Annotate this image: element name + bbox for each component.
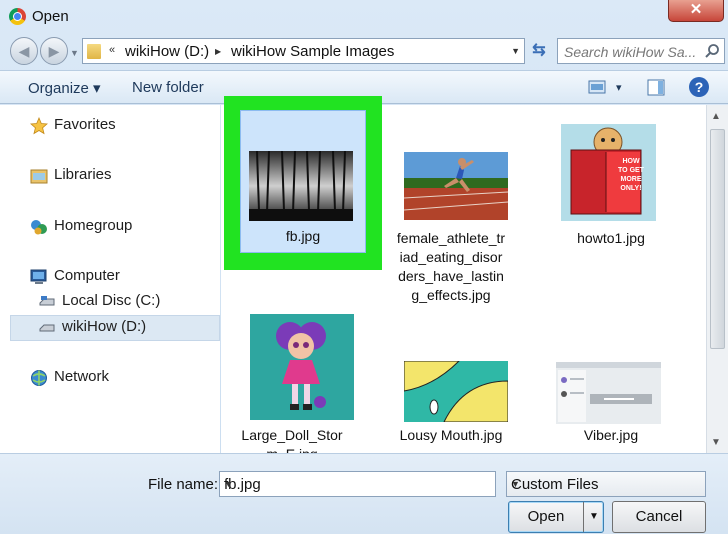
book-text-line: MORE [620,176,642,183]
file-name: Viber.jpg [583,427,639,443]
book-text-line: TO GET [618,167,644,174]
dialog-footer: File name: fb.jpg ▼ Custom Files ▼ Open … [0,453,728,534]
book-text-line: ONLY! [620,185,642,192]
close-button[interactable]: ✕ [668,0,724,22]
sidebar-label: wikiHow (D:) [62,318,147,335]
file-item[interactable]: HOW TO GET MORE ONLY! howto1.jpg [536,105,686,255]
file-name-line: g_effects.jpg [411,287,491,303]
address-bar[interactable]: « wikiHow (D:) ▶ wikiHow Sample Images ▼ [82,38,525,64]
open-split-dropdown[interactable]: ▼ [583,502,603,532]
file-name-label: File name: [148,476,219,493]
thumbnail-image [404,152,508,220]
book-cover-text: HOW TO GET MORE ONLY! [614,157,648,193]
search-placeholder: Search wikiHow Sa... [564,44,697,60]
network-icon [31,370,47,386]
scroll-up-icon[interactable]: ▲ [711,111,721,122]
views-dropdown-icon[interactable]: ▾ [616,81,622,94]
window-title: Open [32,8,69,25]
recent-locations-dropdown[interactable]: ▼ [70,48,79,58]
sidebar-label: Homegroup [54,217,133,234]
sidebar-label: Network [54,368,110,385]
file-name-line: iad_eating_disor [399,249,503,265]
vertical-scrollbar[interactable]: ▲ ▼ [706,105,728,453]
cancel-button[interactable]: Cancel [612,501,706,533]
new-folder-button[interactable]: New folder [132,79,204,96]
search-input[interactable]: Search wikiHow Sa... [557,38,725,64]
drive-icon [39,296,55,306]
thumbnail-image [556,362,661,424]
homegroup-icon [31,220,47,235]
scrollbar-thumb[interactable] [710,129,725,349]
forward-button[interactable]: ▶ [40,37,68,65]
drive-icon [39,324,55,332]
file-name-input[interactable]: fb.jpg ▼ [219,471,496,497]
sidebar-label: Local Disc (C:) [62,292,161,309]
open-button[interactable]: Open ▼ [508,501,604,533]
chrome-icon [9,8,26,25]
help-icon[interactable]: ? [689,77,709,97]
file-name: female_athlete_tr iad_eating_disor ders_… [376,229,526,305]
computer-icon [30,269,47,284]
preview-pane-icon[interactable] [647,79,665,96]
file-name: fb.jpg [285,228,321,244]
thumbnail-image [249,151,353,221]
chevron-down-icon: ▼ [589,511,599,522]
scroll-down-icon[interactable]: ▼ [711,437,721,448]
open-dialog: Open ✕ ◀ ▶ ▼ « wikiHow (D:) ▶ wikiHow Sa… [0,0,728,534]
file-item[interactable]: female_athlete_tr iad_eating_disor ders_… [376,105,526,320]
file-name-dropdown-icon[interactable]: ▼ [224,479,490,489]
file-item-selected[interactable]: fb.jpg [240,110,366,253]
file-name-line: m_E.jpg [221,445,367,453]
navigation-bar: ◀ ▶ ▼ « wikiHow (D:) ▶ wikiHow Sample Im… [0,34,728,66]
change-view-icon[interactable] [588,80,606,94]
address-segment-folder[interactable]: wikiHow Sample Images [231,43,394,60]
sidebar-label: Libraries [54,166,112,183]
organize-button[interactable]: Organize ▾ [28,79,101,97]
file-type-dropdown-icon[interactable]: ▼ [511,479,698,489]
file-name-line: ders_have_lastin [398,268,504,284]
folder-icon [87,44,101,59]
file-item[interactable]: Large_Doll_Stor m_E.jpg [221,310,367,453]
search-icon [705,44,719,58]
file-type-select[interactable]: Custom Files ▼ [506,471,706,497]
navigation-pane: Favorites Libraries Homegroup Computer L… [0,105,220,453]
refresh-button[interactable]: ⇆ [526,38,552,64]
file-name-line: female_athlete_tr [396,230,506,246]
file-item[interactable]: Viber.jpg [536,310,686,453]
back-button[interactable]: ◀ [10,37,38,65]
sidebar-label: Favorites [54,116,116,133]
file-name: Large_Doll_Stor m_E.jpg [221,426,367,453]
title-bar: Open ✕ [0,0,728,34]
libraries-icon [30,169,48,184]
open-button-label: Open [527,508,565,525]
book-text-line: HOW [622,158,640,165]
file-name-line: Large_Doll_Stor [241,427,343,443]
address-dropdown-icon[interactable]: ▼ [511,46,520,56]
file-item[interactable]: Lousy Mouth.jpg [376,310,526,453]
thumbnail-image [404,361,508,422]
address-segment-drive[interactable]: wikiHow (D:) [125,43,209,60]
file-name: howto1.jpg [577,230,645,246]
star-icon [30,117,48,135]
address-separator-chevron[interactable]: ▶ [215,47,221,56]
sidebar-label: Computer [54,267,120,284]
file-name: Lousy Mouth.jpg [399,427,503,443]
address-overflow-chevron[interactable]: « [109,44,115,56]
thumbnail-image [250,314,354,420]
